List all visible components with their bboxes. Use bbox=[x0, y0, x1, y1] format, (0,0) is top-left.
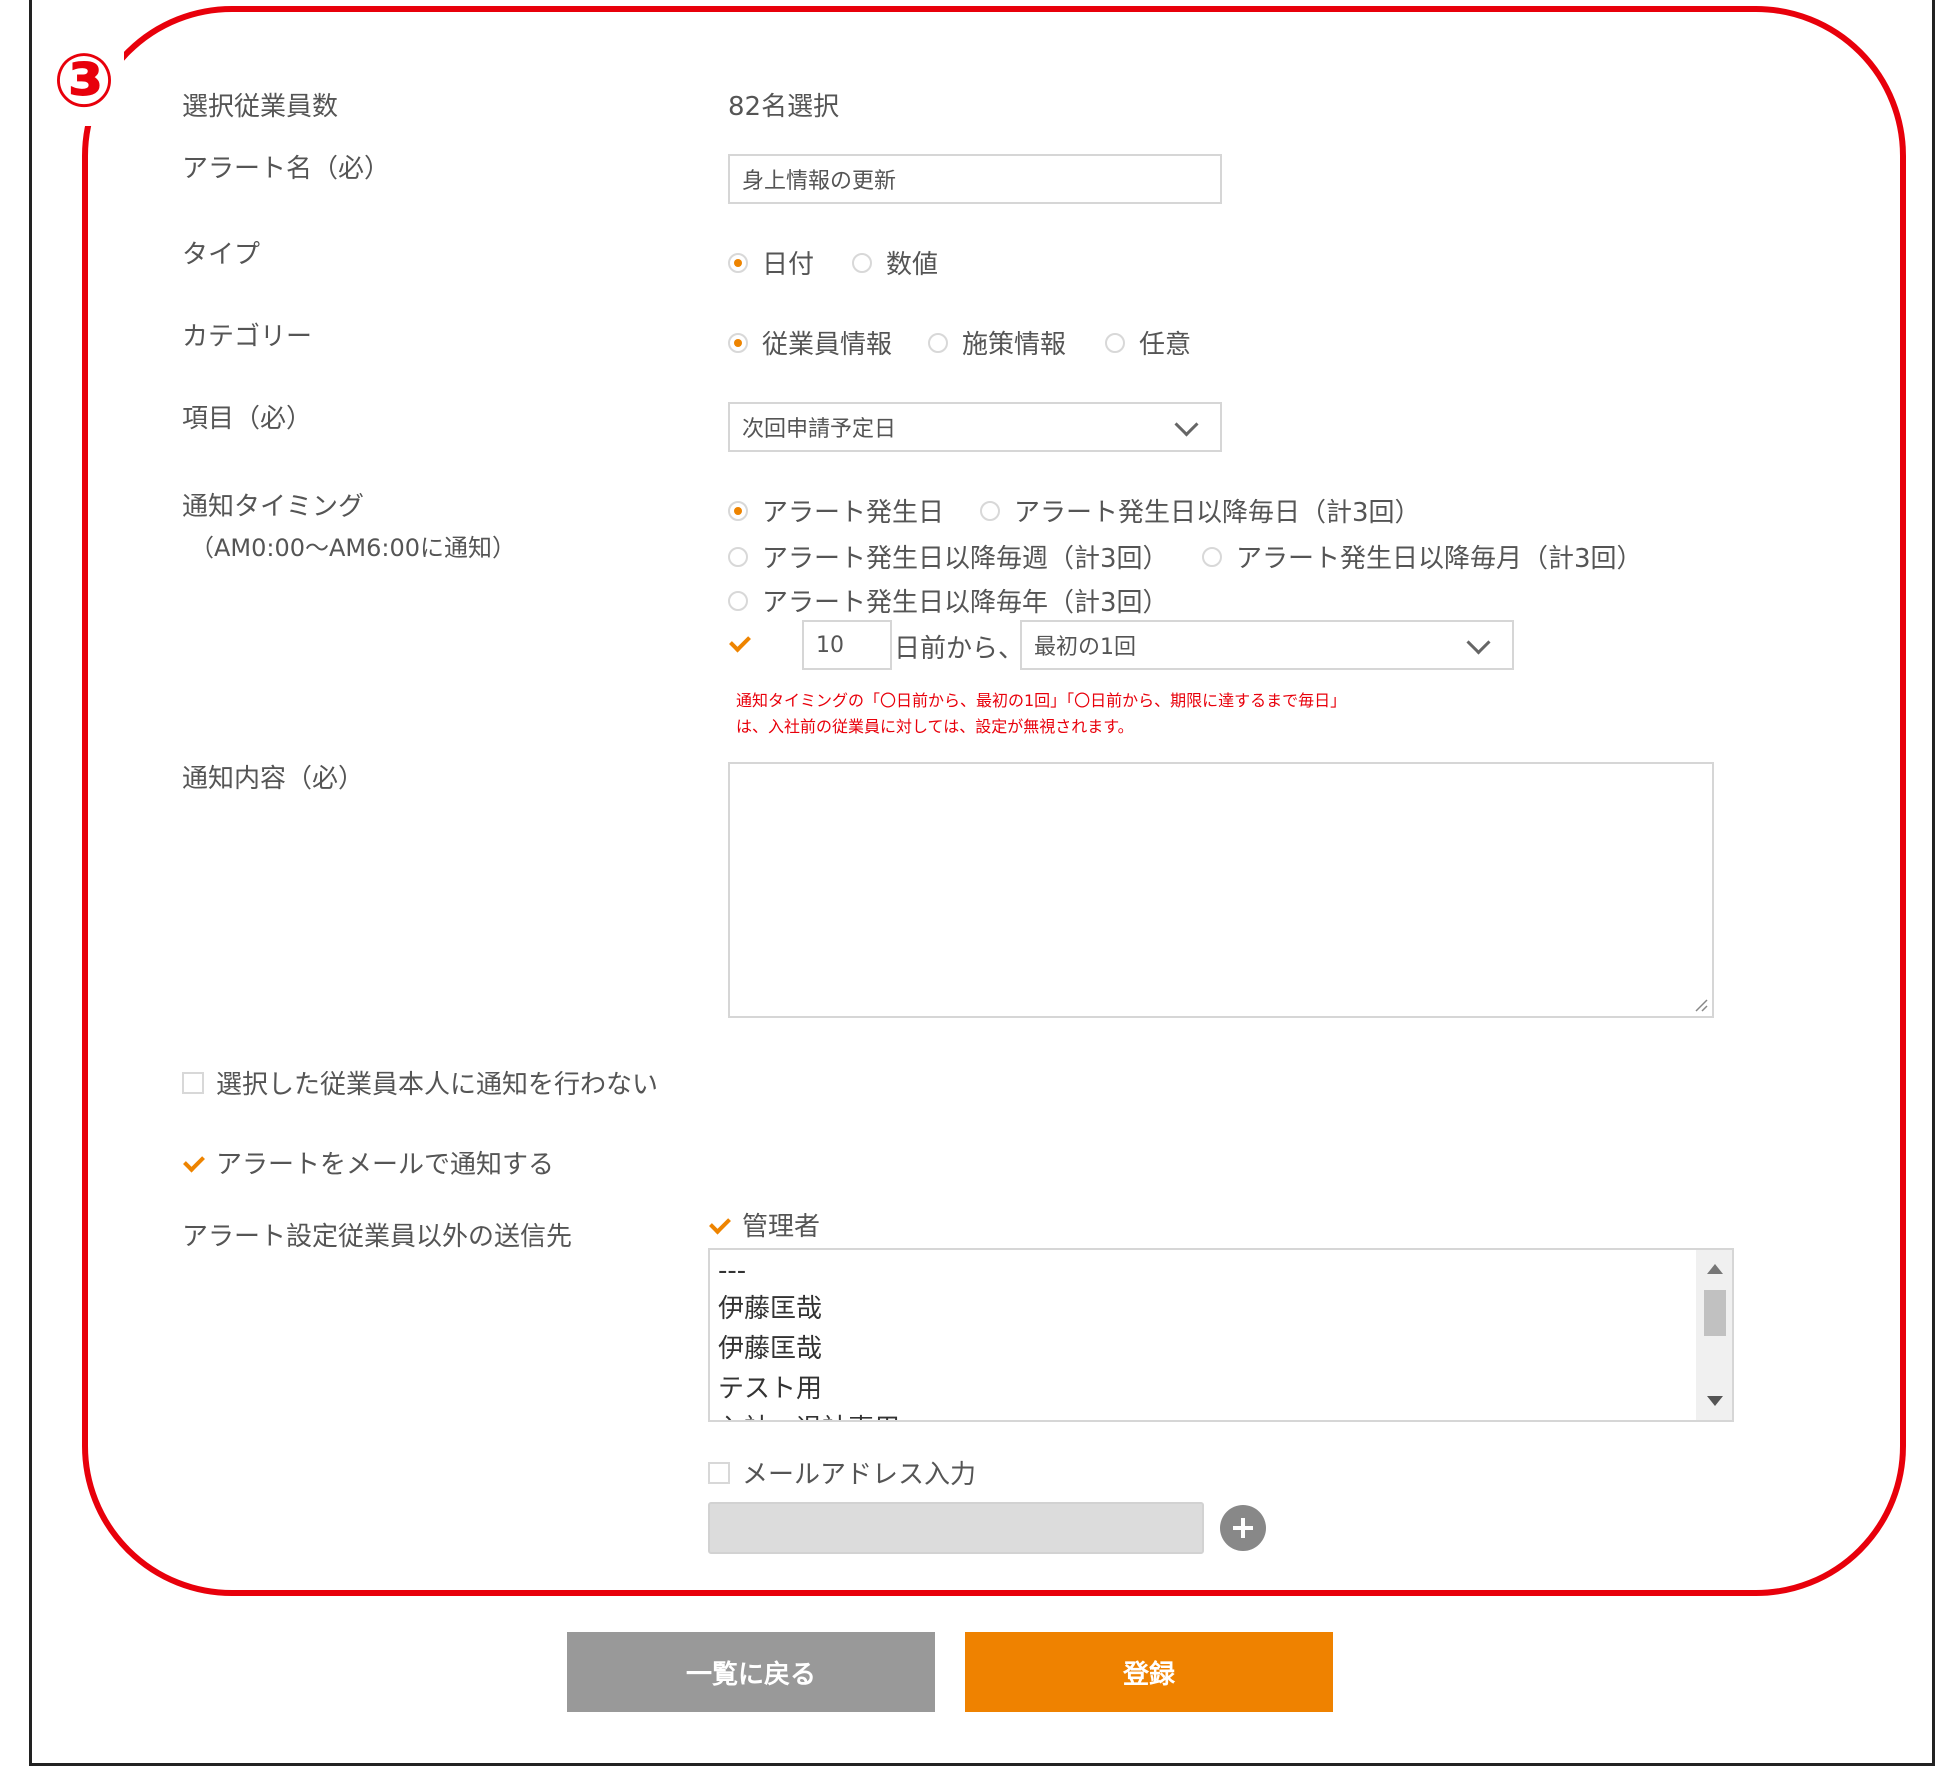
type-label: タイプ bbox=[182, 240, 261, 270]
selected-count-value: 82名選択 bbox=[728, 92, 840, 122]
category-option-employee[interactable]: 従業員情報 bbox=[728, 324, 892, 361]
timing-option-alert-day[interactable]: アラート発生日 bbox=[728, 492, 944, 529]
scroll-down-icon[interactable] bbox=[1707, 1396, 1723, 1406]
recipients-label: アラート設定従業員以外の送信先 bbox=[182, 1222, 573, 1252]
timing-option-label: アラート発生日 bbox=[762, 498, 945, 528]
timing-note-line1: 通知タイミングの「〇日前から、最初の1回」「〇日前から、期限に達するまで毎日」 bbox=[736, 691, 1347, 710]
timing-label: 通知タイミング bbox=[182, 492, 365, 522]
chevron-down-icon bbox=[1174, 412, 1199, 437]
alert-name-value: 身上情報の更新 bbox=[742, 169, 897, 194]
add-email-plus-icon[interactable] bbox=[1220, 1505, 1266, 1551]
radio-icon bbox=[1202, 546, 1222, 567]
no-self-notify-checkbox[interactable]: 選択した従業員本人に通知を行わない bbox=[182, 1064, 658, 1101]
timing-days-input[interactable]: 10 bbox=[802, 620, 892, 670]
email-notify-checkbox[interactable]: アラートをメールで通知する bbox=[182, 1144, 554, 1181]
list-item[interactable]: 伊藤匡哉 bbox=[718, 1288, 822, 1325]
timing-option-yearly[interactable]: アラート発生日以降毎年（計3回） bbox=[728, 582, 1169, 619]
category-option-measure-label: 施策情報 bbox=[962, 330, 1067, 360]
listbox-scrollbar[interactable] bbox=[1696, 1250, 1732, 1420]
step-marker: ③ bbox=[44, 36, 124, 126]
scroll-thumb[interactable] bbox=[1704, 1290, 1726, 1336]
radio-icon bbox=[728, 590, 748, 611]
timing-option-weekly[interactable]: アラート発生日以降毎週（計3回） bbox=[728, 538, 1169, 575]
no-self-notify-label: 選択した従業員本人に通知を行わない bbox=[216, 1070, 659, 1100]
radio-selected-icon bbox=[728, 252, 748, 273]
list-item[interactable]: テスト用 bbox=[718, 1368, 822, 1405]
radio-icon bbox=[980, 500, 1000, 521]
checkmark-icon bbox=[182, 1152, 204, 1174]
type-option-number-label: 数値 bbox=[886, 250, 939, 280]
category-option-custom-label: 任意 bbox=[1139, 330, 1192, 360]
checkmark-icon bbox=[728, 632, 750, 654]
type-option-number[interactable]: 数値 bbox=[852, 244, 938, 281]
alert-name-input[interactable]: 身上情報の更新 bbox=[728, 154, 1222, 204]
radio-icon bbox=[852, 252, 872, 273]
type-option-date[interactable]: 日付 bbox=[728, 244, 814, 281]
timing-option-label: アラート発生日以降毎週（計3回） bbox=[762, 544, 1169, 574]
checkbox-icon bbox=[708, 1461, 730, 1484]
timing-option-label: アラート発生日以降毎年（計3回） bbox=[762, 588, 1169, 618]
radio-icon bbox=[1105, 332, 1125, 353]
email-notify-label: アラートをメールで通知する bbox=[216, 1150, 555, 1180]
register-button[interactable]: 登録 bbox=[965, 1632, 1333, 1712]
alert-name-label: アラート名（必） bbox=[182, 154, 391, 184]
timing-days-suffix: 日前から、 bbox=[894, 634, 1025, 664]
email-address-label: メールアドレス入力 bbox=[742, 1460, 977, 1490]
chevron-down-icon bbox=[1466, 630, 1491, 655]
timing-note-line2: は、入社前の従業員に対しては、設定が無視されます。 bbox=[736, 717, 1134, 736]
radio-icon bbox=[728, 546, 748, 567]
category-option-employee-label: 従業員情報 bbox=[762, 330, 893, 360]
timing-days-checkbox[interactable] bbox=[728, 632, 762, 654]
category-option-custom[interactable]: 任意 bbox=[1105, 324, 1191, 361]
item-select-value: 次回申請予定日 bbox=[742, 417, 897, 442]
timing-option-daily[interactable]: アラート発生日以降毎日（計3回） bbox=[980, 492, 1421, 529]
checkmark-icon bbox=[708, 1214, 730, 1236]
category-option-measure[interactable]: 施策情報 bbox=[928, 324, 1066, 361]
type-option-date-label: 日付 bbox=[762, 250, 815, 280]
resize-handle-icon[interactable] bbox=[1692, 996, 1708, 1012]
admin-label: 管理者 bbox=[742, 1212, 821, 1242]
content-label: 通知内容（必） bbox=[182, 764, 365, 794]
timing-option-label: アラート発生日以降毎日（計3回） bbox=[1014, 498, 1421, 528]
radio-selected-icon bbox=[728, 500, 748, 521]
email-address-checkbox[interactable]: メールアドレス入力 bbox=[708, 1454, 976, 1491]
timing-frequency-select[interactable]: 最初の1回 bbox=[1020, 620, 1514, 670]
list-item[interactable]: 伊藤匡哉 bbox=[718, 1328, 822, 1365]
category-label: カテゴリー bbox=[182, 322, 313, 352]
content-textarea[interactable] bbox=[728, 762, 1714, 1018]
timing-option-monthly[interactable]: アラート発生日以降毎月（計3回） bbox=[1202, 538, 1643, 575]
recipient-listbox[interactable]: --- 伊藤匡哉 伊藤匡哉 テスト用 入社・退社専用 bbox=[708, 1248, 1734, 1422]
checkbox-icon bbox=[182, 1071, 204, 1094]
timing-sublabel: （AM0:00～AM6:00に通知） bbox=[190, 534, 517, 562]
item-select[interactable]: 次回申請予定日 bbox=[728, 402, 1222, 452]
radio-icon bbox=[928, 332, 948, 353]
scroll-up-icon[interactable] bbox=[1707, 1264, 1723, 1274]
timing-days-value: 10 bbox=[816, 632, 844, 658]
timing-option-label: アラート発生日以降毎月（計3回） bbox=[1236, 544, 1643, 574]
list-item[interactable]: 入社・退社専用 bbox=[718, 1408, 900, 1420]
back-to-list-button[interactable]: 一覧に戻る bbox=[567, 1632, 935, 1712]
item-label: 項目（必） bbox=[182, 404, 313, 434]
list-item[interactable]: --- bbox=[718, 1256, 746, 1286]
email-address-input[interactable] bbox=[708, 1502, 1204, 1554]
selected-count-label: 選択従業員数 bbox=[182, 92, 339, 122]
timing-frequency-value: 最初の1回 bbox=[1034, 635, 1136, 660]
admin-checkbox[interactable]: 管理者 bbox=[708, 1206, 820, 1243]
radio-selected-icon bbox=[728, 332, 748, 353]
